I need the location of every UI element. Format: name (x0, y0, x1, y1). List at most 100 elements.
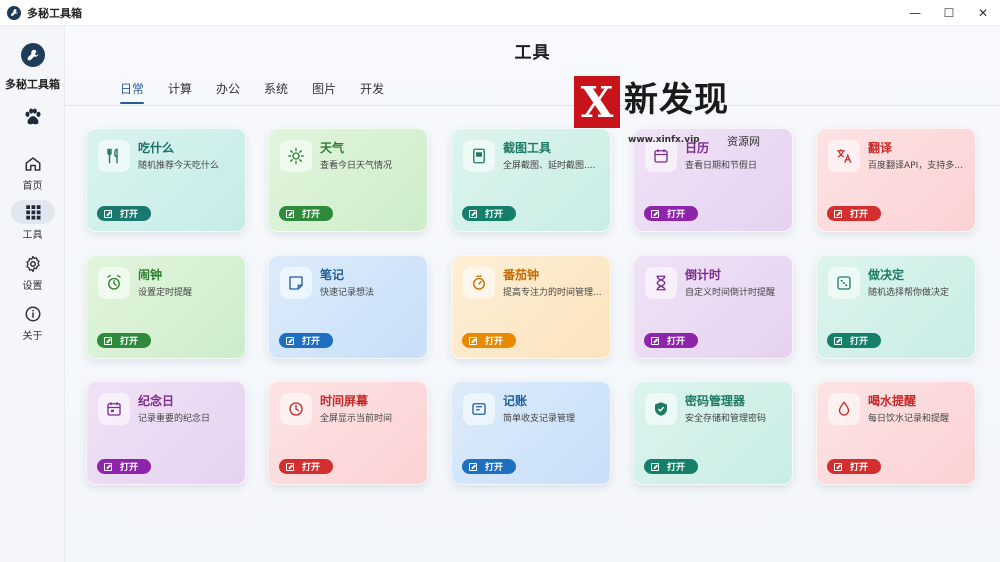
open-button[interactable]: 打开 (97, 459, 151, 474)
edit-icon (469, 336, 477, 345)
tool-card-title: 密码管理器 (685, 394, 746, 408)
tool-card-description: 快速记录想法 (320, 288, 375, 298)
tool-card-title: 天气 (320, 141, 345, 155)
tool-card-title: 倒计时 (685, 268, 722, 282)
tool-card-description: 每日饮水记录和提醒 (868, 414, 950, 424)
open-button[interactable]: 打开 (97, 206, 151, 221)
open-button-label: 打开 (850, 337, 869, 347)
sidebar-item-about[interactable]: 关于 (5, 302, 60, 346)
tool-card-title: 闹钟 (138, 268, 163, 282)
sun-icon (280, 140, 312, 172)
watermark-badge: X (574, 76, 620, 128)
tool-card[interactable]: 笔记快速记录想法打开 (268, 255, 428, 359)
wallet-icon (463, 393, 495, 425)
tool-card[interactable]: 翻译 百度翻译API，支持多... 打开 (816, 128, 976, 232)
edit-icon (469, 209, 477, 218)
gear-icon (25, 255, 40, 273)
open-button-label: 打开 (667, 210, 686, 220)
edit-icon (286, 209, 294, 218)
open-button-label: 打开 (485, 210, 504, 220)
sidebar-item-label: 工具 (22, 230, 43, 241)
open-button-label: 打开 (850, 463, 869, 473)
tool-card-description: 记录重要的纪念日 (138, 414, 211, 424)
edit-icon (104, 209, 112, 218)
info-icon (25, 306, 40, 322)
tool-card-description: 查看今日天气情况 (320, 161, 393, 171)
tool-card[interactable]: 做决定 随机选择帮你做决定 打开 (816, 255, 976, 359)
sidebar-item-settings[interactable]: 设置 (5, 252, 60, 296)
tool-card-title: 吃什么 (138, 141, 175, 155)
shield-icon (645, 393, 677, 425)
open-button[interactable]: 打开 (644, 459, 698, 474)
open-button[interactable]: 打开 (827, 206, 881, 221)
open-button[interactable]: 打开 (827, 333, 881, 348)
open-button[interactable]: 打开 (279, 206, 333, 221)
calendar-event-icon (98, 393, 130, 425)
watermark-text: 新发现 (624, 80, 729, 120)
tool-card[interactable]: 天气查看今日天气情况打开 (268, 128, 428, 232)
tool-card-description: 随机推荐今天吃什么 (138, 161, 220, 171)
close-button[interactable]: ✕ (966, 0, 1000, 26)
clock-icon (280, 393, 312, 425)
edit-icon (104, 462, 112, 471)
translate-icon (828, 140, 860, 172)
sidebar-item-tools[interactable]: 工具 (5, 200, 60, 244)
tab-daily[interactable]: 日常 (120, 80, 145, 104)
tool-card[interactable]: 记账 简单收支记录管理 打开 (451, 381, 611, 485)
grid-icon (25, 205, 40, 220)
window-title: 多秘工具箱 (27, 6, 82, 20)
tool-card[interactable]: 纪念日 记录重要的纪念日 打开 (86, 381, 246, 485)
tool-card-description: 查看日期和节假日 (685, 161, 758, 171)
paw-icon[interactable] (22, 106, 44, 128)
dice-icon (828, 267, 860, 299)
tool-card[interactable]: 密码管理器安全存储和管理密码打开 (633, 381, 793, 485)
tool-card-description: 百度翻译API，支持多... (868, 161, 963, 171)
tool-card-title: 笔记 (320, 268, 345, 282)
alarm-icon (98, 267, 130, 299)
sidebar-item-home[interactable]: 首页 (5, 152, 60, 196)
brand-name: 多秘工具箱 (5, 78, 60, 91)
tab-image[interactable]: 图片 (312, 80, 336, 104)
watermark-subtitle: 资源网 (727, 135, 760, 148)
tool-card-title: 记账 (503, 394, 528, 408)
open-button[interactable]: 打开 (462, 459, 516, 474)
open-button-label: 打开 (302, 463, 321, 473)
tab-dev[interactable]: 开发 (360, 80, 384, 104)
tool-card-description: 安全存储和管理密码 (685, 414, 767, 424)
open-button-label: 打开 (120, 463, 139, 473)
timer-icon (463, 267, 495, 299)
maximize-button[interactable]: ☐ (932, 0, 966, 26)
edit-icon (651, 336, 659, 345)
tab-system[interactable]: 系统 (264, 80, 288, 104)
note-icon (280, 267, 312, 299)
tool-card[interactable]: 吃什么随机推荐今天吃什么打开 (86, 128, 246, 232)
tab-office[interactable]: 办公 (216, 80, 240, 104)
water-drop-icon (828, 393, 860, 425)
tool-card-description: 全屏截图、延时截图.... (503, 161, 596, 171)
minimize-button[interactable]: — (898, 0, 932, 26)
open-button[interactable]: 打开 (462, 206, 516, 221)
tool-card-title: 截图工具 (503, 141, 552, 155)
open-button[interactable]: 打开 (279, 333, 333, 348)
hourglass-icon (645, 267, 677, 299)
tool-card-title: 番茄钟 (503, 268, 540, 282)
sidebar-item-label: 首页 (22, 181, 43, 192)
tool-card-description: 设置定时提醒 (138, 288, 193, 298)
tool-card[interactable]: 时间屏幕 全屏显示当前时间 打开 (268, 381, 428, 485)
open-button-label: 打开 (485, 463, 504, 473)
tab-calc[interactable]: 计算 (168, 80, 192, 104)
edit-icon (834, 336, 842, 345)
open-button[interactable]: 打开 (644, 333, 698, 348)
open-button[interactable]: 打开 (644, 206, 698, 221)
sidebar: 多秘工具箱 首页 工具 设置 关于 (0, 26, 65, 562)
tool-card[interactable]: 喝水提醒 每日饮水记录和提醒 打开 (816, 381, 976, 485)
tool-card[interactable]: 番茄钟 提高专注力的时间管理... 打开 (451, 255, 611, 359)
open-button[interactable]: 打开 (279, 459, 333, 474)
open-button[interactable]: 打开 (462, 333, 516, 348)
open-button[interactable]: 打开 (827, 459, 881, 474)
open-button[interactable]: 打开 (97, 333, 151, 348)
tool-card[interactable]: 倒计时 自定义时间倒计时提醒 打开 (633, 255, 793, 359)
page-title: 工具 (514, 43, 551, 63)
edit-icon (834, 462, 842, 471)
tool-card[interactable]: 闹钟设置定时提醒打开 (86, 255, 246, 359)
